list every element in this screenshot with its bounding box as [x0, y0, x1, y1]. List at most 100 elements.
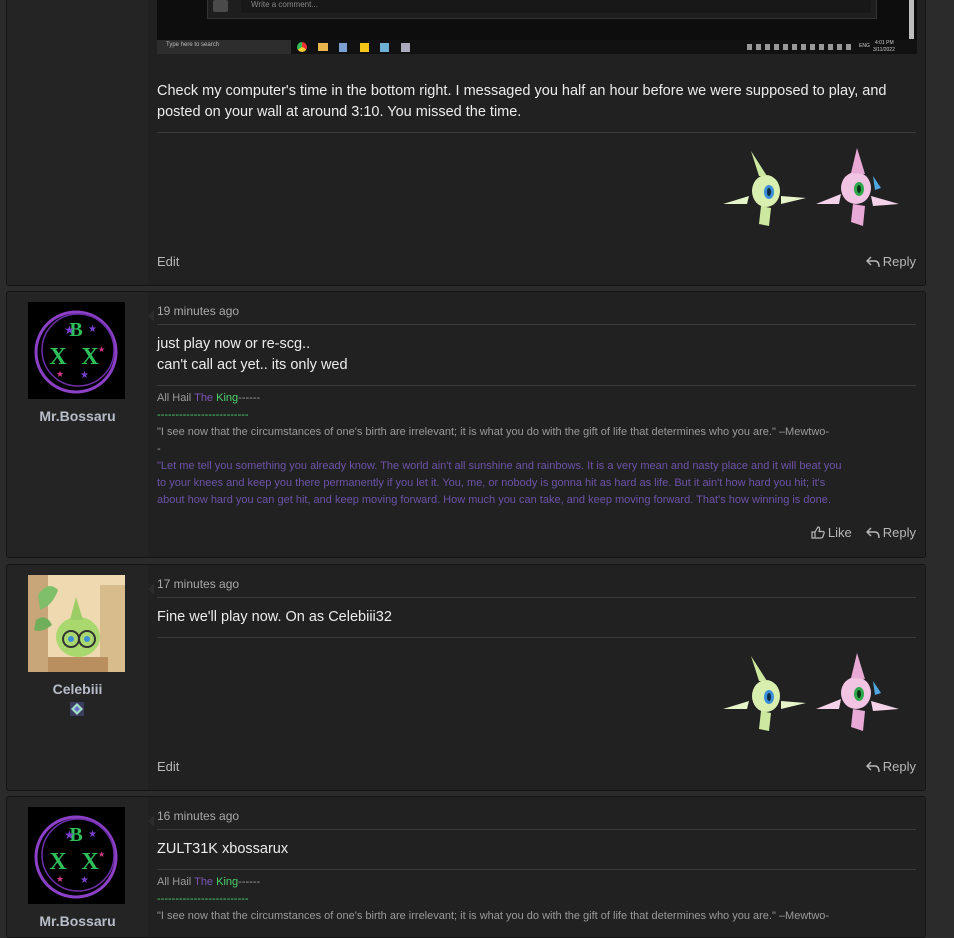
divider	[157, 869, 916, 870]
reply-label: Reply	[882, 759, 916, 774]
svg-text:★: ★	[88, 829, 97, 840]
post-actions: Like Reply	[157, 525, 916, 545]
reply-label: Reply	[882, 254, 916, 269]
celebi-green-sticker	[723, 151, 806, 226]
app-icon	[401, 43, 410, 52]
post-content: 19 minutes ago just play now or re-scg..…	[157, 292, 916, 557]
taskbar-lang: ENG	[859, 43, 870, 49]
svg-text:★: ★	[98, 850, 105, 859]
post-pointer	[148, 815, 154, 827]
message-line: Fine we'll play now. On as Celebiii32	[157, 609, 392, 625]
svg-text:★: ★	[80, 875, 89, 886]
thumbs-up-icon	[811, 526, 825, 539]
avatar[interactable]	[28, 575, 125, 672]
edit-link[interactable]: Edit	[157, 254, 179, 269]
reply-button[interactable]: Reply	[865, 759, 916, 774]
post-user-panel	[7, 0, 148, 285]
post-actions: Edit Reply	[157, 254, 916, 274]
bossaru-logo: B X X ★ ★ ★ ★ ★	[34, 815, 118, 899]
message-line: posted on your wall at around 3:10. You …	[157, 104, 522, 120]
doc-icon	[339, 43, 347, 52]
divider	[157, 385, 916, 386]
sig-quote-mewtwo: "I see now that the circumstances of one…	[157, 426, 830, 438]
svg-text:★: ★	[64, 828, 75, 842]
svg-text:X: X	[81, 344, 99, 370]
divider	[157, 637, 916, 638]
signature-headline: All Hail The King------	[157, 390, 916, 407]
folder-icon	[318, 43, 328, 51]
svg-text:X: X	[49, 344, 67, 370]
sig-quote-line: to your knees and keep you there permane…	[157, 477, 826, 489]
reply-label: Reply	[882, 525, 916, 540]
reply-icon	[865, 761, 880, 772]
taskbar: Type here to search ENG 4:01 PM 3/11/202…	[157, 40, 917, 54]
chrome-icon	[297, 42, 307, 52]
post-content: 17 minutes ago Fine we'll play now. On a…	[157, 565, 916, 790]
like-button[interactable]: Like	[811, 525, 852, 540]
svg-text:★: ★	[56, 369, 64, 379]
photo-icon	[380, 43, 389, 52]
sig-quote-line: about how hard you can get hit, and keep…	[157, 494, 831, 506]
note-icon	[360, 43, 369, 52]
celebi-sticker-pair	[723, 653, 899, 731]
post-time: 17 minutes ago	[157, 577, 916, 598]
reply-button[interactable]: Reply	[865, 525, 916, 540]
sig-prefix: All Hail	[157, 876, 195, 888]
message-line: can't call act yet.. its only wed	[157, 357, 348, 373]
reply-icon	[865, 256, 880, 267]
post-1: Write a comment... Type here to search E…	[6, 0, 926, 286]
signature: All Hail The King------ ----------------…	[157, 874, 916, 925]
username[interactable]: Celebiii	[7, 681, 148, 697]
tray-icons	[747, 44, 852, 50]
sig-prefix: All Hail	[157, 392, 195, 404]
edit-link[interactable]: Edit	[157, 759, 179, 774]
avatar[interactable]: B X X ★ ★ ★ ★ ★	[28, 807, 125, 904]
post-message: ZULT31K xbossarux	[157, 839, 916, 860]
bossaru-logo: B X X ★ ★ ★ ★ ★	[34, 310, 118, 394]
post-content: Write a comment... Type here to search E…	[157, 0, 917, 285]
svg-text:★: ★	[80, 370, 89, 381]
sig-dash-tail: ------	[238, 876, 261, 888]
post-user-panel: Celebiii	[7, 565, 148, 790]
sig-dash-line: -------------------------	[157, 409, 249, 421]
user-badge-icon	[69, 701, 85, 717]
signature: All Hail The King------ ----------------…	[157, 390, 916, 509]
sig-king: King	[216, 876, 239, 888]
post-actions: Edit Reply	[157, 759, 916, 779]
post-2: B X X ★ ★ ★ ★ ★ Mr.Bossaru 19 minutes ag…	[6, 291, 926, 558]
sig-king: King	[216, 392, 239, 404]
post-pointer	[148, 310, 154, 322]
signature-headline: All Hail The King------	[157, 874, 916, 891]
celebi-sticker-pair	[723, 148, 899, 226]
svg-text:★: ★	[64, 323, 75, 337]
post-content: 16 minutes ago ZULT31K xbossarux All Hai…	[157, 797, 916, 937]
post-user-panel: B X X ★ ★ ★ ★ ★ Mr.Bossaru	[7, 797, 148, 937]
attached-screenshot[interactable]: Write a comment... Type here to search E…	[157, 0, 917, 54]
post-message: Fine we'll play now. On as Celebiii32	[157, 607, 916, 628]
sig-quote-line: "Let me tell you something you already k…	[157, 460, 842, 472]
sig-quote-mewtwo-tail: -	[157, 443, 161, 455]
sig-the: The	[194, 392, 214, 404]
message-line: just play now or re-scg..	[157, 336, 311, 352]
like-label: Like	[827, 525, 852, 540]
username[interactable]: Mr.Bossaru	[7, 913, 148, 929]
taskbar-date: 3/11/2022	[873, 47, 895, 53]
celebi-green-sticker	[723, 656, 806, 731]
svg-text:X: X	[81, 849, 99, 875]
svg-text:★: ★	[88, 324, 97, 335]
svg-text:★: ★	[56, 874, 64, 884]
username[interactable]: Mr.Bossaru	[7, 408, 148, 424]
taskbar-search: Type here to search	[166, 42, 220, 48]
comment-placeholder: Write a comment...	[251, 0, 318, 9]
celebi-pink-sticker	[816, 148, 899, 226]
post-message: Check my computer's time in the bottom r…	[157, 81, 916, 123]
post-time: 19 minutes ago	[157, 304, 916, 325]
sig-the: The	[194, 876, 214, 888]
reply-button[interactable]: Reply	[865, 254, 916, 269]
post-message: just play now or re-scg.. can't call act…	[157, 334, 916, 376]
sig-dash-tail: ------	[238, 392, 261, 404]
celebi-avatar	[28, 575, 125, 672]
svg-text:★: ★	[98, 345, 105, 354]
avatar[interactable]: B X X ★ ★ ★ ★ ★	[28, 302, 125, 399]
message-line: Check my computer's time in the bottom r…	[157, 83, 887, 99]
